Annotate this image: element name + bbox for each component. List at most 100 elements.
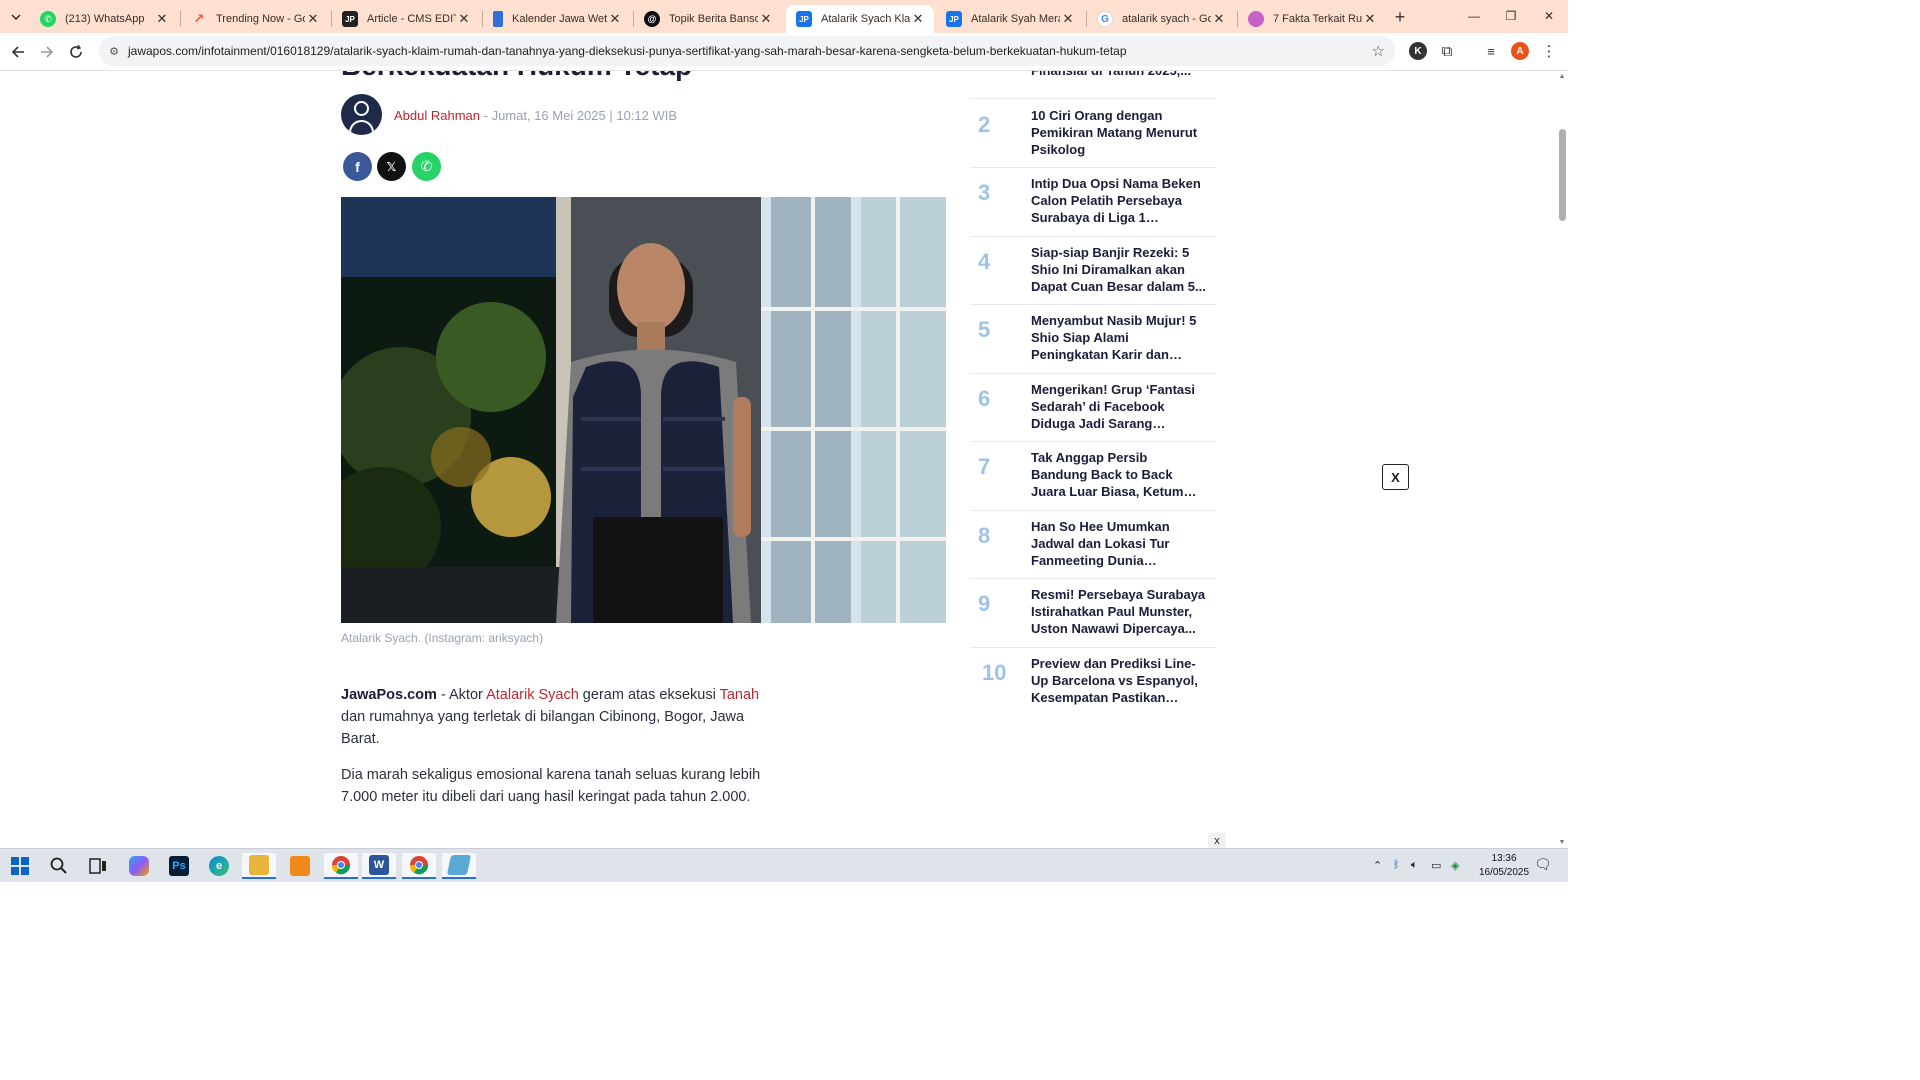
- address-bar[interactable]: ⚙ jawapos.com/infotainment/016018129/ata…: [99, 36, 1395, 66]
- taskbar-clock[interactable]: 13:36 16/05/2025: [1476, 852, 1532, 880]
- article-paragraph-2: Dia marah sekaligus emosional karena tan…: [341, 767, 761, 805]
- bluetooth-icon[interactable]: ᛒ: [1393, 859, 1400, 871]
- taskbar-photoshop[interactable]: Ps: [162, 853, 196, 879]
- extensions-puzzle-icon[interactable]: ⧉: [1438, 42, 1456, 60]
- close-tab-icon[interactable]: ✕: [1362, 11, 1378, 27]
- scroll-down-icon[interactable]: ▼: [1558, 839, 1566, 846]
- task-view-button[interactable]: [81, 853, 115, 879]
- popular-item-2[interactable]: 2 10 Ciri Orang dengan Pemikiran Matang …: [970, 99, 1216, 168]
- url-text[interactable]: jawapos.com/infotainment/016018129/atala…: [128, 44, 1127, 58]
- bookmark-icon: [493, 11, 503, 27]
- close-bottom-ad-button[interactable]: x: [1208, 833, 1226, 848]
- tab-search-button[interactable]: [5, 7, 27, 27]
- volume-icon[interactable]: 🔈︎: [1411, 859, 1418, 872]
- popular-item-9[interactable]: 9 Resmi! Persebaya Surabaya Istirahatkan…: [970, 579, 1216, 648]
- search-icon: [50, 857, 67, 874]
- close-tab-icon[interactable]: ✕: [1060, 11, 1076, 27]
- copilot-icon: [1248, 11, 1264, 27]
- cms-icon: JP: [342, 11, 358, 27]
- popular-item-6[interactable]: 6 Mengerikan! Grup ‘Fantasi Sedarah’ di …: [970, 374, 1216, 442]
- popular-item-7[interactable]: 7 Tak Anggap Persib Bandung Back to Back…: [970, 442, 1216, 511]
- threads-icon: @: [644, 11, 660, 27]
- copilot-icon: [129, 856, 149, 876]
- bookmark-star-icon[interactable]: ☆: [1372, 42, 1385, 60]
- facebook-icon: f: [355, 158, 360, 175]
- close-tab-icon[interactable]: ✕: [607, 11, 623, 27]
- close-tab-icon[interactable]: ✕: [305, 11, 321, 27]
- network-icon[interactable]: ◈: [1451, 859, 1459, 872]
- scrollbar[interactable]: ▲ ▼: [1556, 71, 1568, 848]
- close-tab-icon[interactable]: ✕: [1211, 11, 1227, 27]
- tab-atalarik-2[interactable]: JP Atalarik Syah Merasa ✕: [936, 5, 1084, 33]
- photoshop-icon: Ps: [169, 856, 189, 876]
- app-orange-icon: [290, 856, 310, 876]
- tab-topik-berita[interactable]: @ Topik Berita Bansos 2 ✕: [634, 5, 782, 33]
- close-tab-icon[interactable]: ✕: [758, 11, 774, 27]
- tab-google-search[interactable]: G atalarik syach - Goog ✕: [1087, 5, 1235, 33]
- menu-kebab-icon[interactable]: ⋮: [1540, 42, 1558, 60]
- taskbar-app-orange[interactable]: [283, 853, 317, 879]
- display-icon[interactable]: ▭: [1431, 859, 1441, 872]
- reload-button[interactable]: [63, 39, 89, 65]
- chevron-down-icon: [11, 14, 21, 20]
- media-control-icon[interactable]: ≡: [1482, 42, 1500, 60]
- tab-7-fakta[interactable]: 7 Fakta Terkait Rumah ✕: [1238, 5, 1386, 33]
- notification-icon[interactable]: 🗨︎: [1534, 856, 1552, 873]
- author-avatar[interactable]: [341, 94, 382, 135]
- article-headline: Berkekuatan Hukum Tetap: [341, 71, 692, 82]
- tab-trending[interactable]: ↗ Trending Now - Google ✕: [181, 5, 329, 33]
- popular-item-3[interactable]: 3 Intip Dua Opsi Nama Beken Calon Pelati…: [970, 168, 1216, 237]
- google-icon: G: [1097, 11, 1113, 27]
- close-window-button[interactable]: ✕: [1530, 5, 1568, 27]
- back-button[interactable]: [5, 39, 31, 65]
- minimize-button[interactable]: —: [1455, 5, 1493, 27]
- tray-chevron-up-icon[interactable]: ⌃: [1373, 859, 1382, 872]
- tab-atalarik-active[interactable]: JP Atalarik Syach Klaim R ✕: [786, 5, 934, 33]
- taskbar-edge[interactable]: e: [202, 853, 236, 879]
- popular-item-10[interactable]: 10 Preview dan Prediksi Line-Up Barcelon…: [970, 648, 1216, 716]
- tab-whatsapp[interactable]: ✆ (213) WhatsApp ✕: [30, 5, 178, 33]
- chrome-icon: [331, 856, 351, 875]
- extension-k-icon[interactable]: K: [1409, 42, 1427, 60]
- close-tab-icon[interactable]: ✕: [910, 11, 926, 27]
- author-link[interactable]: Abdul Rahman: [394, 108, 480, 123]
- popular-item-8[interactable]: 8 Han So Hee Umumkan Jadwal dan Lokasi T…: [970, 511, 1216, 579]
- restore-button[interactable]: ❐: [1492, 5, 1530, 27]
- app-blue-icon: [446, 855, 472, 875]
- forward-button[interactable]: [34, 39, 60, 65]
- popular-item-4[interactable]: 4 Siap-siap Banjir Rezeki: 5 Shio Ini Di…: [970, 237, 1216, 305]
- share-whatsapp-button[interactable]: ✆: [412, 152, 441, 181]
- tab-cms-editor[interactable]: JP Article - CMS EDITOR ✕: [332, 5, 480, 33]
- scroll-up-icon[interactable]: ▲: [1558, 73, 1566, 80]
- popular-item-5[interactable]: 5 Menyambut Nasib Mujur! 5 Shio Siap Ala…: [970, 305, 1216, 374]
- close-tab-icon[interactable]: ✕: [456, 11, 472, 27]
- taskbar-chrome[interactable]: [324, 853, 358, 879]
- profile-avatar[interactable]: A: [1511, 42, 1529, 60]
- taskbar-copilot[interactable]: [122, 853, 156, 879]
- brand-name: JawaPos.com: [341, 687, 437, 703]
- scrollbar-thumb[interactable]: [1559, 129, 1566, 221]
- article-byline: Abdul Rahman - Jumat, 16 Mei 2025 | 10:1…: [394, 108, 677, 123]
- close-tab-icon[interactable]: ✕: [154, 11, 170, 27]
- share-x-button[interactable]: 𝕏: [377, 152, 406, 181]
- taskbar-word[interactable]: W: [362, 853, 396, 879]
- close-ad-button[interactable]: X: [1382, 464, 1409, 490]
- popular-item-1[interactable]: Finansial di Tahun 2025,...: [970, 71, 1216, 99]
- site-info-icon[interactable]: ⚙: [106, 43, 122, 59]
- taskbar-search-button[interactable]: [42, 853, 76, 879]
- tag-link-tanah[interactable]: Tanah: [720, 687, 760, 703]
- taskbar-app-blue[interactable]: [442, 853, 476, 879]
- share-facebook-button[interactable]: f: [343, 152, 372, 181]
- tab-kalender[interactable]: Kalender Jawa Weton ✕: [483, 5, 631, 33]
- taskbar-file-explorer[interactable]: [242, 853, 276, 879]
- trends-icon: ↗: [193, 11, 205, 26]
- new-tab-button[interactable]: +: [1390, 7, 1410, 27]
- word-icon: W: [369, 855, 389, 875]
- tag-link-atalarik[interactable]: Atalarik Syach: [486, 687, 579, 703]
- taskbar-chrome-profile-2[interactable]: [402, 853, 436, 879]
- start-button[interactable]: [3, 853, 37, 879]
- arrow-left-icon: [11, 46, 24, 58]
- jawapos-icon: JP: [946, 11, 962, 27]
- photo-caption: Atalarik Syach. (Instagram: ariksyach): [341, 631, 544, 645]
- tab-strip: ✆ (213) WhatsApp ✕ ↗ Trending Now - Goog…: [0, 0, 1568, 33]
